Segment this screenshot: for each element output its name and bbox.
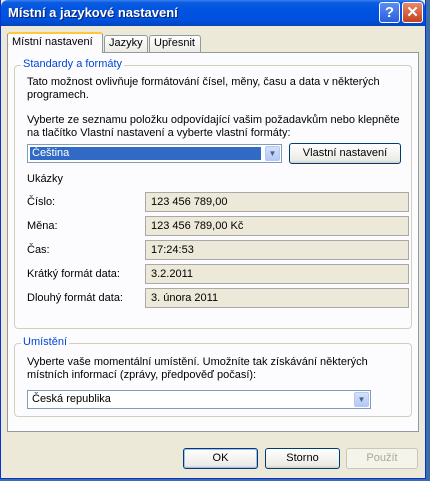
title-bar[interactable]: Místní a jazykové nastavení ? ✕ <box>1 0 425 26</box>
location-select-value: Česká republika <box>32 393 111 405</box>
sample-label-time: Čas: <box>27 244 50 256</box>
format-select-value: Čeština <box>30 147 261 160</box>
tab-panel: Standardy a formáty Tato možnost ovlivňu… <box>7 52 419 432</box>
standards-instructions: Vyberte ze seznamu položku odpovídající … <box>27 114 400 139</box>
sample-value-number: 123 456 789,00 <box>145 192 409 212</box>
standards-description: Tato možnost ovlivňuje formátování čísel… <box>27 76 380 101</box>
chevron-down-icon[interactable]: ▼ <box>354 392 369 407</box>
samples-label: Ukázky <box>27 173 64 185</box>
sample-value-long-date: 3. února 2011 <box>145 288 409 308</box>
sample-label-number: Číslo: <box>27 196 56 208</box>
sample-label-short-date: Krátký formát data: <box>27 268 120 280</box>
tab-regional-options[interactable]: Místní nastavení <box>7 32 103 53</box>
tab-advanced[interactable]: Upřesnit <box>149 35 201 52</box>
sample-label-long-date: Dlouhý formát data: <box>27 292 123 304</box>
location-legend: Umístění <box>21 336 70 348</box>
sample-label-currency: Měna: <box>27 220 58 232</box>
cancel-button[interactable]: Storno <box>265 448 340 469</box>
location-description: Vyberte vaše momentální umístění. Umožní… <box>27 356 368 381</box>
apply-button[interactable]: Použít <box>346 448 418 469</box>
standards-group: Standardy a formáty Tato možnost ovlivňu… <box>14 58 412 329</box>
sample-value-time: 17:24:53 <box>145 240 409 260</box>
desktop-background <box>426 0 430 481</box>
standards-legend: Standardy a formáty <box>21 58 125 70</box>
dialog-window: Místní a jazykové nastavení ? ✕ Místní n… <box>0 0 426 479</box>
close-button[interactable]: ✕ <box>402 2 423 23</box>
sample-value-currency: 123 456 789,00 Kč <box>145 216 409 236</box>
location-select[interactable]: Česká republika ▼ <box>27 390 371 409</box>
help-button[interactable]: ? <box>379 2 400 23</box>
tab-languages[interactable]: Jazyky <box>104 35 148 52</box>
window-title: Místní a jazykové nastavení <box>8 5 178 20</box>
ok-button[interactable]: OK <box>183 448 258 469</box>
location-group: Umístění Vyberte vaše momentální umístěn… <box>14 336 412 417</box>
customize-button[interactable]: Vlastní nastavení <box>289 143 401 164</box>
format-select[interactable]: Čeština ▼ <box>27 144 282 163</box>
chevron-down-icon[interactable]: ▼ <box>265 146 280 161</box>
sample-value-short-date: 3.2.2011 <box>145 264 409 284</box>
